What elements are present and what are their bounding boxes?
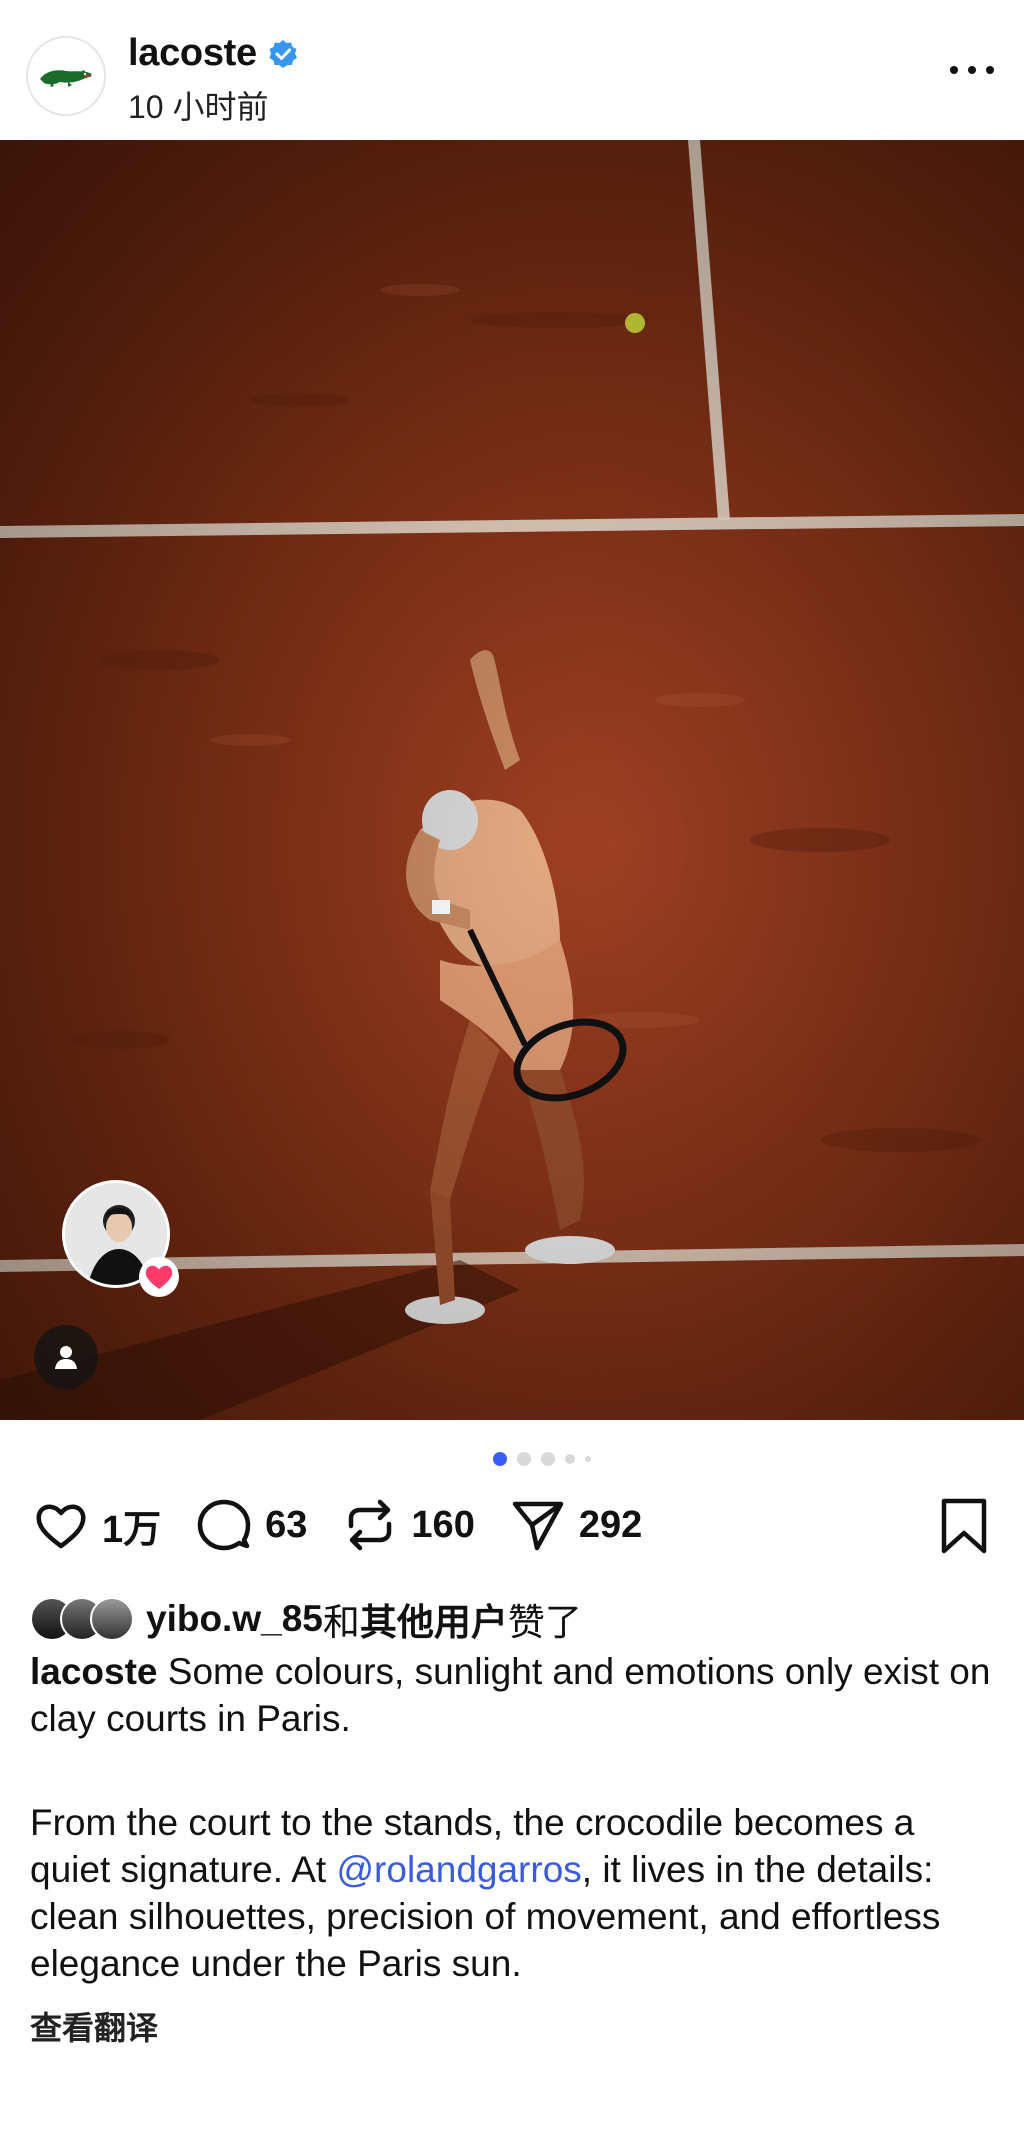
bookmark-icon[interactable] [938,1497,990,1555]
username-row: lacoste [128,32,299,75]
comment-icon [197,1499,251,1551]
heart-icon [36,1504,86,1549]
person-icon [55,1346,77,1369]
post-actions: 1万 63 160 292 [32,1495,676,1555]
see-translation-link[interactable]: 查看翻译 [30,2003,158,2049]
liked-by-suffix: 赞了 [507,1602,582,1643]
post-header: lacoste 10 小时前 [0,0,1024,140]
user-tags-button[interactable] [34,1325,98,1389]
crocodile-logo-icon [40,70,92,87]
like-button[interactable]: 1万 [32,1496,161,1554]
comment-count: 63 [265,1503,308,1546]
verified-badge-icon [269,39,297,68]
pagination-dot [541,1452,555,1466]
mention-link[interactable]: @rolandgarros [336,1849,581,1890]
send-icon [512,1501,564,1551]
repost-icon [349,1499,392,1551]
caption-paragraph: lacoste Some colours, sunlight and emoti… [30,1648,1000,1742]
caption-text: Some colours, sunlight and emotions only… [30,1651,991,1739]
heart-badge-icon [139,1257,179,1297]
liked-by-user[interactable]: yibo.w_85 [146,1598,323,1640]
like-count: 1万 [102,1508,162,1551]
repost-count: 160 [411,1503,475,1546]
pagination-dot [565,1454,575,1464]
more-options-icon[interactable] [950,60,994,80]
username[interactable]: lacoste [128,32,257,75]
share-button[interactable]: 292 [509,1496,642,1554]
pagination-dot [517,1452,531,1466]
liked-by-connector: 和 [322,1602,360,1643]
liked-by-row[interactable]: yibo.w_85 和 其他用户 赞了 [30,1592,582,1646]
profile-avatar[interactable] [26,36,106,116]
liked-by-avatars [30,1597,134,1641]
caption-paragraph: From the court to the stands, the crocod… [30,1799,1000,1987]
pagination-dot [585,1456,591,1462]
post-time: 10 小时前 [128,89,269,125]
avatar [90,1597,134,1641]
pagination-dot-active [493,1452,507,1466]
repost-button[interactable]: 160 [341,1496,475,1554]
carousel-pagination [0,1452,1024,1466]
share-count: 292 [578,1503,643,1546]
post-caption: lacoste Some colours, sunlight and emoti… [30,1648,1000,1987]
liked-by-others[interactable]: 其他用户 [360,1592,508,1646]
comment-button[interactable]: 63 [195,1496,307,1554]
caption-author[interactable]: lacoste [30,1651,158,1692]
